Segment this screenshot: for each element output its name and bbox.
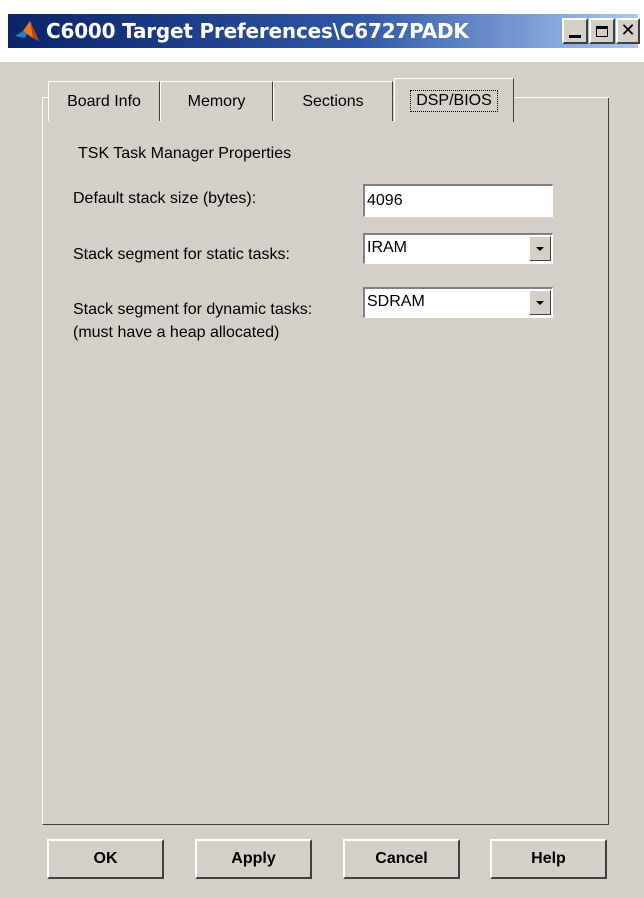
close-icon: ✕	[620, 20, 636, 41]
preferences-window: C6000 Target Preferences\C6727PADK ✕ Boa…	[0, 0, 644, 898]
minimize-icon	[569, 34, 581, 38]
tab-label: Memory	[187, 92, 246, 110]
tab-label: Board Info	[67, 92, 141, 110]
dynamic-segment-note: (must have a heap allocated)	[73, 324, 280, 341]
dropdown-arrow-button[interactable]	[529, 290, 551, 315]
dynamic-segment-value: SDRAM	[367, 293, 425, 310]
cancel-button[interactable]: Cancel	[343, 839, 460, 879]
tab-memory[interactable]: Memory	[160, 81, 273, 121]
dynamic-segment-label: Stack segment for dynamic tasks:	[73, 301, 313, 318]
close-button[interactable]: ✕	[616, 18, 640, 44]
section-title: TSK Task Manager Properties	[78, 145, 292, 162]
static-segment-label: Stack segment for static tasks:	[73, 246, 290, 263]
stack-size-label: Default stack size (bytes):	[73, 190, 257, 207]
window-title: C6000 Target Preferences\C6727PADK	[46, 19, 469, 43]
help-button[interactable]: Help	[490, 839, 607, 879]
title-bar[interactable]: C6000 Target Preferences\C6727PADK ✕	[0, 0, 644, 62]
maximize-icon	[596, 25, 608, 37]
dynamic-segment-select[interactable]: SDRAM	[363, 287, 553, 318]
tab-label: DSP/BIOS	[410, 89, 498, 112]
tab-board-info[interactable]: Board Info	[48, 81, 160, 121]
static-segment-select[interactable]: IRAM	[363, 233, 553, 264]
tab-dsp-bios[interactable]: DSP/BIOS	[394, 78, 514, 122]
apply-button[interactable]: Apply	[195, 839, 312, 879]
static-segment-value: IRAM	[367, 239, 407, 256]
tab-sections[interactable]: Sections	[273, 81, 393, 121]
dropdown-arrow-button[interactable]	[529, 236, 551, 261]
matlab-logo-icon	[15, 21, 39, 41]
minimize-button[interactable]	[562, 18, 588, 44]
tab-label: Sections	[302, 92, 364, 110]
chevron-down-icon	[536, 246, 544, 251]
chevron-down-icon	[536, 300, 544, 305]
tab-strip-line	[514, 97, 609, 98]
maximize-button[interactable]	[589, 18, 615, 44]
stack-size-input[interactable]: 4096	[363, 184, 553, 217]
ok-button[interactable]: OK	[47, 839, 164, 879]
